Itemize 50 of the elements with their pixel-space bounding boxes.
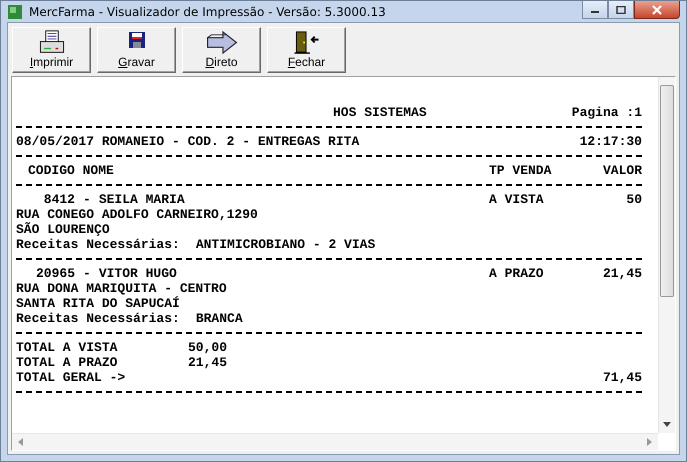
sale-value: 21,45 [602, 266, 642, 281]
close-report-button[interactable]: Fechar [267, 27, 346, 73]
customer-address: RUA CONEGO ADOLFO CARNEIRO,1290 [16, 207, 258, 222]
total-label: TOTAL A VISTA [16, 340, 118, 355]
column-header: CODIGO NOME [27, 163, 115, 178]
app-icon [7, 4, 23, 20]
report-header: HOS SISTEMAS [333, 105, 428, 120]
customer-name: VITOR HUGO [98, 266, 177, 281]
total-label: TOTAL A PRAZO [16, 355, 118, 370]
customer-city: SANTA RITA DO SAPUCAÍ [16, 296, 180, 311]
close-icon [651, 4, 663, 14]
horizontal-scrollbar[interactable] [12, 433, 658, 450]
scroll-left-icon[interactable] [18, 438, 23, 446]
minimize-button[interactable] [582, 1, 608, 19]
prescriptions-label: Receitas Necessárias: [16, 311, 180, 326]
prescriptions-label: Receitas Necessárias: [16, 237, 180, 252]
sale-value: 50 [625, 192, 642, 207]
customer-city: SÃO LOURENÇO [16, 222, 110, 237]
sale-type: A PRAZO [489, 266, 545, 281]
scrollbar-thumb[interactable] [660, 85, 674, 297]
customer-code: 8412 [42, 192, 75, 207]
customer-address: RUA DONA MARIQUITA - CENTRO [16, 281, 227, 296]
maximize-button[interactable] [608, 1, 634, 19]
scroll-down-icon[interactable] [663, 422, 671, 427]
close-button[interactable] [634, 1, 680, 19]
prescriptions-value: BRANCA [196, 311, 243, 326]
right-arrow-icon [204, 30, 238, 55]
vertical-scrollbar[interactable] [658, 77, 675, 433]
column-header: VALOR [602, 163, 642, 178]
customer-code: 20965 [34, 266, 75, 281]
save-button[interactable]: Gravar [97, 27, 176, 73]
window-title: MercFarma - Visualizador de Impressão - Versão: 5.3000.13 [29, 4, 386, 18]
scroll-right-icon[interactable] [647, 438, 652, 446]
grand-total-label: TOTAL GERAL -> [16, 370, 126, 385]
maximize-icon [616, 6, 626, 14]
print-button[interactable]: Imprimir [12, 27, 91, 73]
separator-dash: - [83, 192, 91, 207]
total-value: 21,45 [188, 355, 228, 370]
door-exit-icon [292, 30, 320, 55]
report-title: 08/05/2017 ROMANEIO - COD. 2 - ENTREGAS RITA [16, 134, 360, 149]
sale-type: A VISTA [489, 192, 545, 207]
grand-total-value: 71,45 [602, 370, 642, 385]
page-number: Pagina :1 [572, 105, 642, 120]
direct-button[interactable]: Direto [182, 27, 261, 73]
separator-dash: - [83, 266, 91, 281]
total-value: 50,00 [188, 340, 228, 355]
prescriptions-value: ANTIMICROBIANO - 2 VIAS [196, 237, 376, 252]
column-header: TP VENDA [489, 163, 552, 178]
customer-name: SEILA MARIA [98, 192, 185, 207]
report-time: 12:17:30 [580, 134, 642, 149]
